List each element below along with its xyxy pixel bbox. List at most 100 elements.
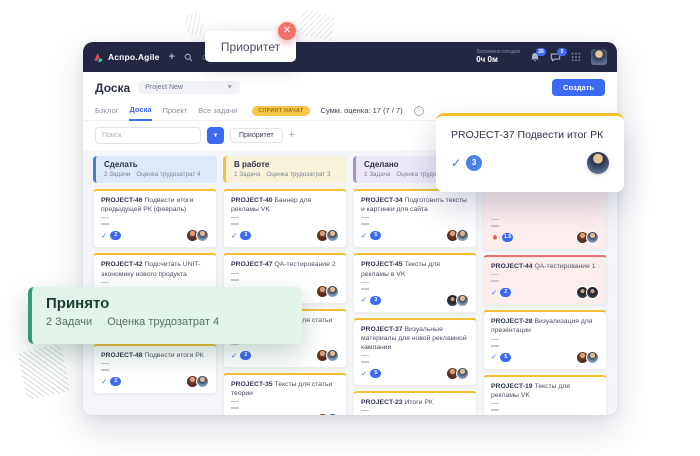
card-avatars (189, 375, 209, 388)
card-points: 2 (110, 231, 121, 240)
card-text: PROJECT-34 Подготовить тексты и картинки… (361, 196, 469, 214)
card-text: PROJECT-19 Тексты для рекламы VK (491, 382, 599, 400)
task-card[interactable]: PROJECT-46 Подвести итоги предыдущей РК … (93, 189, 217, 248)
description-icon (231, 273, 239, 279)
description-icon (361, 410, 369, 415)
chat-badge: 5 (557, 48, 567, 56)
card-footer: ✓ 3 (231, 413, 339, 415)
card-footer: ✓ 3 (231, 229, 339, 242)
task-card[interactable]: PROJECT-45 Тексты для рекламы в VK ✓ 3 (353, 253, 477, 312)
task-card[interactable]: ✓ 1.5 (483, 189, 607, 250)
column-count: 1 Задача (364, 171, 390, 178)
card-avatars (579, 286, 599, 299)
column-header[interactable]: В работе 1 ЗадачаОценка трудозатрат 3 (223, 156, 347, 183)
messages-button[interactable]: 5 (550, 52, 561, 62)
card-avatars (579, 351, 599, 364)
task-card[interactable]: PROJECT-34 Подготовить тексты и картинки… (353, 189, 477, 248)
card-text: PROJECT-48 Подвести итоги РК (101, 351, 209, 360)
tab-board[interactable]: Доска (129, 101, 151, 121)
add-icon[interactable]: + (169, 52, 175, 63)
card-code: PROJECT-23 (361, 399, 403, 406)
avatar (456, 367, 469, 380)
dragged-task-card[interactable]: PROJECT-37 Подвести итог РК ✓ 3 (436, 113, 624, 192)
brand-name: Аспро.Agile (108, 52, 160, 62)
time-tracker[interactable]: Затрачено сегодня 0ч 0м (476, 49, 520, 65)
description-icon (491, 339, 499, 345)
avatar (326, 413, 339, 415)
sketch-texture (17, 344, 70, 400)
tab-project[interactable]: Проект (163, 102, 188, 120)
task-card[interactable]: PROJECT-44 QA-тестирование 1 ✓ 2 (483, 255, 607, 305)
card-avatars (319, 413, 339, 415)
card-text: PROJECT-44 QA-тестирование 1 (491, 262, 599, 271)
filter-button[interactable] (207, 127, 224, 144)
avatar (456, 294, 469, 307)
column-title: Сделать (104, 160, 209, 169)
priority-filter-chip[interactable]: Приоритет (230, 128, 283, 143)
check-icon: ✓ (361, 296, 367, 304)
card-footer: ✓ 5 (361, 367, 469, 380)
column-header[interactable]: Сделать 2 ЗадачиОценка трудозатрат 4 (93, 156, 217, 183)
card-points: 1.5 (502, 233, 513, 242)
card-avatars (189, 229, 209, 242)
task-card[interactable]: PROJECT-28 Визуализация для презентации … (483, 310, 607, 369)
funnel-icon (213, 131, 218, 140)
bell-badge: 26 (536, 48, 546, 56)
card-title: QA-тестирование 1 (533, 263, 596, 270)
accepted-meta: 2 Задачи Оценка трудозатрат 4 (46, 316, 288, 328)
avatar (586, 351, 599, 364)
topbar: Аспро.Agile + Спринт Затрачено сегодня 0… (83, 42, 617, 72)
check-icon: ✓ (101, 232, 107, 240)
notifications-bell[interactable]: 26 (530, 52, 540, 63)
card-text: PROJECT-28 Визуализация для презентации (491, 317, 599, 335)
check-icon: ✓ (361, 232, 367, 240)
task-card[interactable]: PROJECT-19 Тексты для рекламы VK ✓ 5 (483, 375, 607, 415)
info-icon[interactable]: ? (414, 106, 424, 116)
user-avatar[interactable] (591, 49, 607, 65)
sketch-texture (297, 8, 336, 41)
project-select[interactable]: Project New ▼ (138, 81, 240, 94)
add-filter-button[interactable]: + (289, 130, 295, 141)
card-footer: ✓ 2 (101, 375, 209, 388)
check-icon: ✓ (451, 156, 461, 170)
task-card[interactable]: PROJECT-48 Подвести итоги РК ✓ 2 (93, 344, 217, 394)
card-avatars (449, 367, 469, 380)
search-input[interactable] (95, 127, 201, 144)
column-estimate: Оценка трудозатрат 4 (136, 171, 200, 178)
card-text: PROJECT-47 QA-тестирование 2 (231, 260, 339, 269)
check-icon: ✓ (491, 353, 497, 361)
column-cards: ✓ 1.5 PROJECT-44 QA-тестирование 1 ✓ 2 P… (483, 189, 607, 415)
card-avatars (319, 229, 339, 242)
card-text: PROJECT-42 Подсчитать UNIT-экономику нов… (101, 260, 209, 278)
description-icon (491, 219, 499, 225)
task-card[interactable]: PROJECT-35 Тексты для статьи теории ✓ 3 (223, 373, 347, 415)
create-button[interactable]: Создать (552, 79, 605, 96)
description-icon (491, 403, 499, 409)
column-count: 1 Задача (234, 171, 260, 178)
sprint-status-badge: СПРИНТ НАЧАТ (252, 106, 309, 116)
tab-backlog[interactable]: Бэклог (95, 102, 118, 120)
card-footer: ✓ 1.5 (491, 231, 599, 244)
avatar (586, 231, 599, 244)
task-card[interactable]: PROJECT-40 Баннер для рекламы VK ✓ 3 (223, 189, 347, 248)
tab-all-tasks[interactable]: Все задачи (198, 102, 237, 120)
close-icon[interactable]: ✕ (278, 22, 296, 40)
apps-grid-icon[interactable] (571, 52, 581, 62)
card-text: PROJECT-46 Подвести итоги предыдущей РК … (101, 196, 209, 214)
check-icon: ✓ (231, 232, 237, 240)
brand[interactable]: Аспро.Agile (93, 52, 160, 63)
avatar (326, 285, 339, 298)
card-points: 2 (240, 351, 251, 360)
card-title: Итоги РК (403, 399, 433, 406)
task-card[interactable]: PROJECT-37 Визуальные материалы для ново… (353, 318, 477, 387)
task-card[interactable]: PROJECT-23 Итоги РК ✓ 5 (353, 391, 477, 415)
description-icon (361, 217, 369, 223)
card-points: 5 (500, 353, 511, 362)
card-avatars (449, 294, 469, 307)
fire-icon (491, 233, 499, 242)
card-code: PROJECT-34 (361, 197, 403, 204)
card-avatars (449, 229, 469, 242)
search-icon[interactable] (184, 53, 193, 62)
dragged-card-footer: ✓ 3 (436, 141, 624, 174)
card-points: 3 (240, 231, 251, 240)
